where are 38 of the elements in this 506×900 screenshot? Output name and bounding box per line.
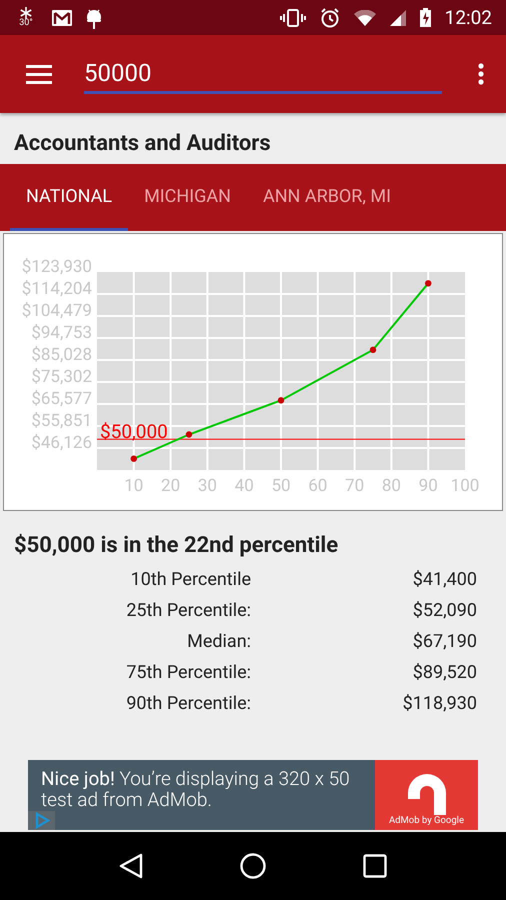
home-icon[interactable] bbox=[240, 853, 266, 879]
percentile-value: $52,090 bbox=[412, 600, 477, 621]
menu-icon[interactable] bbox=[26, 64, 52, 84]
data-point bbox=[278, 397, 284, 404]
admob-logo-icon bbox=[408, 773, 446, 815]
ad-brand-text: AdMob by Google bbox=[388, 815, 464, 826]
percentile-label: 90th Percentile: bbox=[125, 693, 251, 714]
percentile-value: $67,190 bbox=[412, 631, 477, 652]
recents-icon[interactable] bbox=[363, 854, 388, 878]
signal-icon bbox=[390, 10, 406, 26]
percentile-value: $118,930 bbox=[402, 693, 477, 714]
percentile-value: $89,520 bbox=[412, 662, 477, 683]
snowflake-icon bbox=[20, 7, 32, 19]
data-point bbox=[186, 431, 192, 438]
percentile-label: 75th Percentile: bbox=[125, 662, 251, 683]
percentile-label: 25th Percentile: bbox=[125, 600, 251, 621]
ad-banner[interactable]: Nice job! You’re displaying a 320 x 50 test ad from AdMob. AdMob by Google bbox=[28, 760, 478, 830]
percentile-value: $41,400 bbox=[412, 569, 477, 590]
back-icon[interactable] bbox=[118, 853, 143, 879]
percentile-result-heading: $50,000 is in the 22nd percentile bbox=[13, 532, 340, 560]
temperature-text: 30° bbox=[19, 19, 33, 28]
wifi-icon bbox=[354, 10, 376, 26]
data-point bbox=[370, 346, 376, 354]
occupation-title: Accountants and Auditors bbox=[13, 130, 272, 158]
ad-text: Nice job! You’re displaying a 320 x 50 test ad from AdMob. bbox=[41, 768, 351, 810]
alarm-icon bbox=[320, 8, 340, 28]
more-options-icon[interactable] bbox=[478, 63, 484, 85]
percentile-label: 10th Percentile bbox=[130, 569, 251, 590]
region-tab[interactable]: MICHIGAN bbox=[128, 164, 247, 231]
vibrate-icon bbox=[280, 8, 306, 26]
threshold-label: $50,000 bbox=[100, 420, 168, 444]
data-point bbox=[425, 280, 432, 286]
mail-icon bbox=[52, 10, 72, 26]
clock-time: 12:02 bbox=[444, 6, 492, 29]
region-tab[interactable]: ANN ARBOR, MI bbox=[246, 164, 407, 231]
battery-charging-icon bbox=[420, 8, 431, 27]
data-point bbox=[130, 456, 137, 462]
percentile-label: Median: bbox=[186, 631, 251, 652]
